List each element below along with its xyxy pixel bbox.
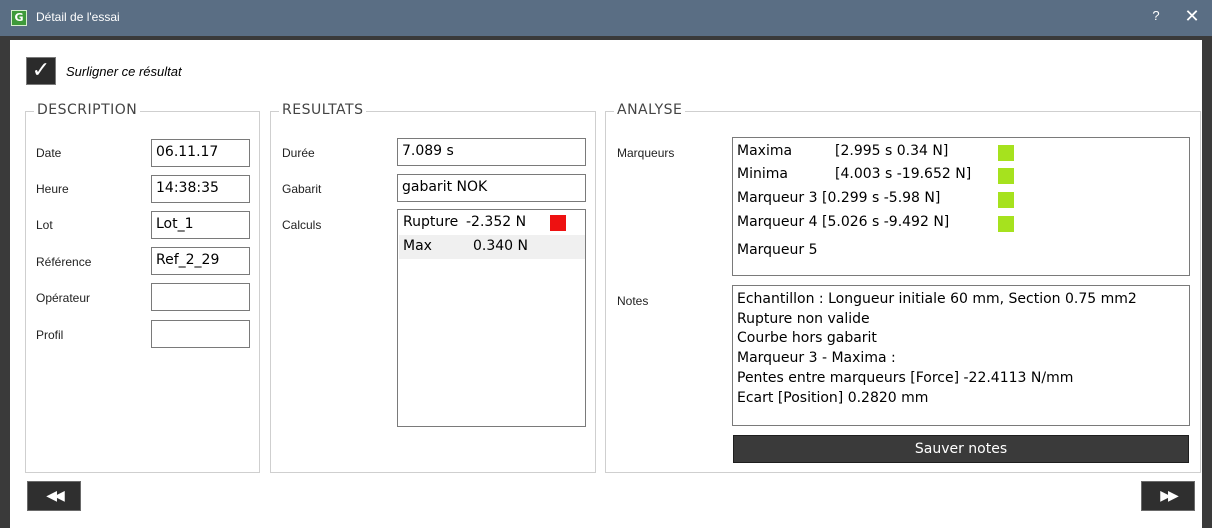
window-frame-top (0, 36, 1212, 40)
notes-line: Ecart [Position] 0.2820 mm (737, 390, 929, 406)
calcs-list[interactable]: Rupture -2.352 N Max 0.340 N (397, 209, 586, 427)
list-item[interactable]: Rupture -2.352 N (399, 211, 585, 235)
time-label: Heure (36, 182, 69, 196)
app-logo-icon: G (11, 10, 27, 26)
operator-label: Opérateur (36, 291, 91, 305)
list-item[interactable]: Max 0.340 N (399, 235, 585, 259)
next-button[interactable]: ▶▶ (1141, 481, 1195, 511)
notes-textarea[interactable]: Echantillon : Longueur initiale 60 mm, S… (732, 285, 1190, 426)
lot-field[interactable]: Lot_1 (151, 211, 250, 239)
window-frame-left (0, 36, 10, 528)
analysis-title: ANALYSE (614, 102, 686, 118)
window-title: Détail de l'essai (36, 10, 120, 24)
highlight-checkbox[interactable]: ✓ (26, 57, 56, 85)
duration-field[interactable]: 7.089 s (397, 138, 586, 166)
calc-value: -2.352 N (466, 214, 527, 230)
description-title: DESCRIPTION (34, 102, 141, 118)
marker-name: Marqueur 4 (737, 214, 818, 230)
notes-label: Notes (617, 294, 649, 308)
marker-name: Marqueur 5 (737, 242, 818, 258)
list-item[interactable]: Minima [4.003 s -19.652 N] (733, 163, 1183, 187)
duration-label: Durée (282, 146, 315, 160)
list-item[interactable]: Marqueur 4 [5.026 s -9.492 N] (733, 211, 1183, 235)
close-button[interactable]: ✕ (1182, 6, 1202, 28)
highlight-label: Surligner ce résultat (66, 64, 182, 79)
reference-field[interactable]: Ref_2_29 (151, 247, 250, 275)
results-title: RESULTATS (279, 102, 367, 118)
title-bar: G Détail de l'essai ? ✕ (0, 0, 1212, 36)
list-item[interactable]: Marqueur 5 (733, 239, 1183, 263)
previous-button[interactable]: ◀◀ (27, 481, 81, 511)
time-field[interactable]: 14:38:35 (151, 175, 250, 203)
marker-name: Marqueur 3 (737, 190, 818, 206)
notes-line: Echantillon : Longueur initiale 60 mm, S… (737, 291, 1137, 307)
calcs-label: Calculs (282, 218, 322, 232)
calc-value: 0.340 N (473, 238, 529, 254)
notes-line: Pentes entre marqueurs [Force] -22.4113 … (737, 370, 1074, 386)
profile-label: Profil (36, 328, 64, 342)
marker-value: [4.003 s -19.652 N] (835, 166, 972, 182)
marker-name: Maxima (737, 143, 793, 159)
profile-field[interactable] (151, 320, 250, 348)
template-field[interactable]: gabarit NOK (397, 174, 586, 202)
marker-value: [0.299 s -5.98 N] (822, 190, 941, 206)
calc-name: Rupture (403, 214, 459, 230)
marker-color-swatch (998, 168, 1014, 184)
marker-color-swatch (998, 192, 1014, 208)
window-frame-right (1202, 36, 1212, 528)
date-label: Date (36, 146, 62, 160)
notes-line: Courbe hors gabarit (737, 330, 877, 346)
notes-line: Marqueur 3 - Maxima : (737, 350, 896, 366)
save-notes-button[interactable]: Sauver notes (733, 435, 1189, 463)
notes-line: Rupture non valide (737, 311, 870, 327)
marker-name: Minima (737, 166, 788, 182)
markers-list[interactable]: Maxima [2.995 s 0.34 N] Minima [4.003 s … (732, 137, 1190, 276)
marker-color-swatch (998, 216, 1014, 232)
lot-label: Lot (36, 218, 53, 232)
marker-value: [2.995 s 0.34 N] (835, 143, 949, 159)
calc-name: Max (403, 238, 432, 254)
list-item[interactable]: Maxima [2.995 s 0.34 N] (733, 140, 1183, 164)
status-color-swatch (550, 215, 566, 231)
operator-field[interactable] (151, 283, 250, 311)
marker-value: [5.026 s -9.492 N] (822, 214, 950, 230)
template-label: Gabarit (282, 182, 322, 196)
markers-label: Marqueurs (617, 146, 675, 160)
marker-color-swatch (998, 145, 1014, 161)
reference-label: Référence (36, 255, 92, 269)
help-button[interactable]: ? (1148, 8, 1164, 28)
date-field[interactable]: 06.11.17 (151, 139, 250, 167)
list-item[interactable]: Marqueur 3 [0.299 s -5.98 N] (733, 187, 1183, 211)
